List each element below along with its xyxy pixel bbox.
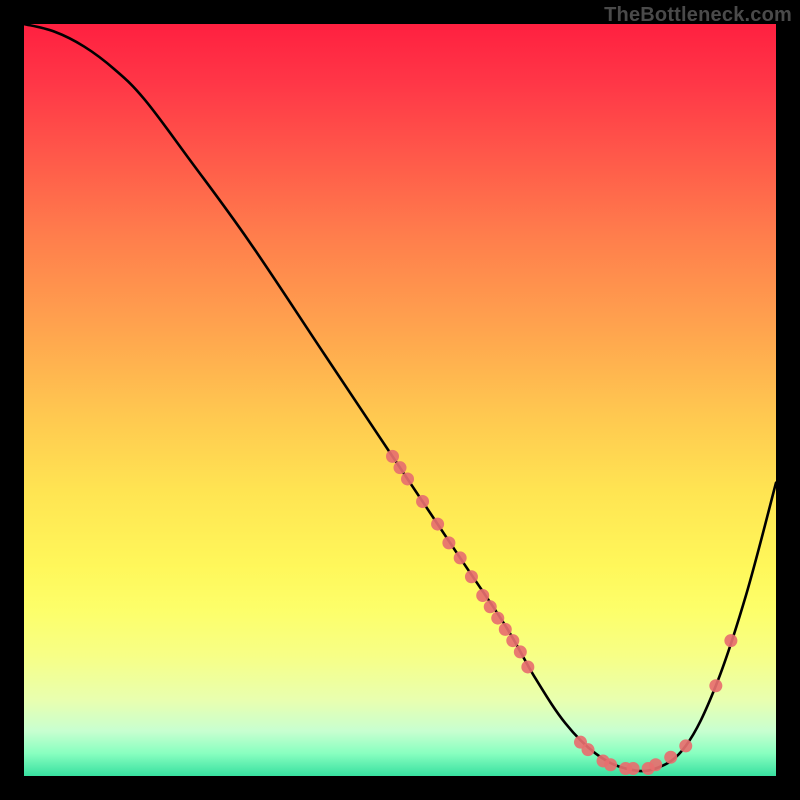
- data-marker: [709, 679, 722, 692]
- data-marker: [664, 751, 677, 764]
- watermark-text: TheBottleneck.com: [604, 4, 792, 27]
- data-marker: [604, 758, 617, 771]
- data-marker: [454, 551, 467, 564]
- data-marker: [582, 743, 595, 756]
- data-marker: [386, 450, 399, 463]
- bottleneck-curve-path: [24, 24, 776, 771]
- data-marker: [724, 634, 737, 647]
- chart-frame: TheBottleneck.com: [0, 0, 800, 800]
- data-marker: [506, 634, 519, 647]
- data-marker: [514, 645, 527, 658]
- data-marker: [521, 660, 534, 673]
- curve-svg: [24, 24, 776, 776]
- markers-group: [386, 450, 737, 775]
- data-marker: [465, 570, 478, 583]
- data-marker: [627, 762, 640, 775]
- data-marker: [401, 472, 414, 485]
- data-marker: [649, 758, 662, 771]
- data-marker: [679, 739, 692, 752]
- plot-area: [24, 24, 776, 776]
- curve-group: [24, 24, 776, 771]
- data-marker: [442, 536, 455, 549]
- data-marker: [499, 623, 512, 636]
- data-marker: [394, 461, 407, 474]
- data-marker: [431, 518, 444, 531]
- data-marker: [484, 600, 497, 613]
- data-marker: [491, 612, 504, 625]
- data-marker: [476, 589, 489, 602]
- data-marker: [416, 495, 429, 508]
